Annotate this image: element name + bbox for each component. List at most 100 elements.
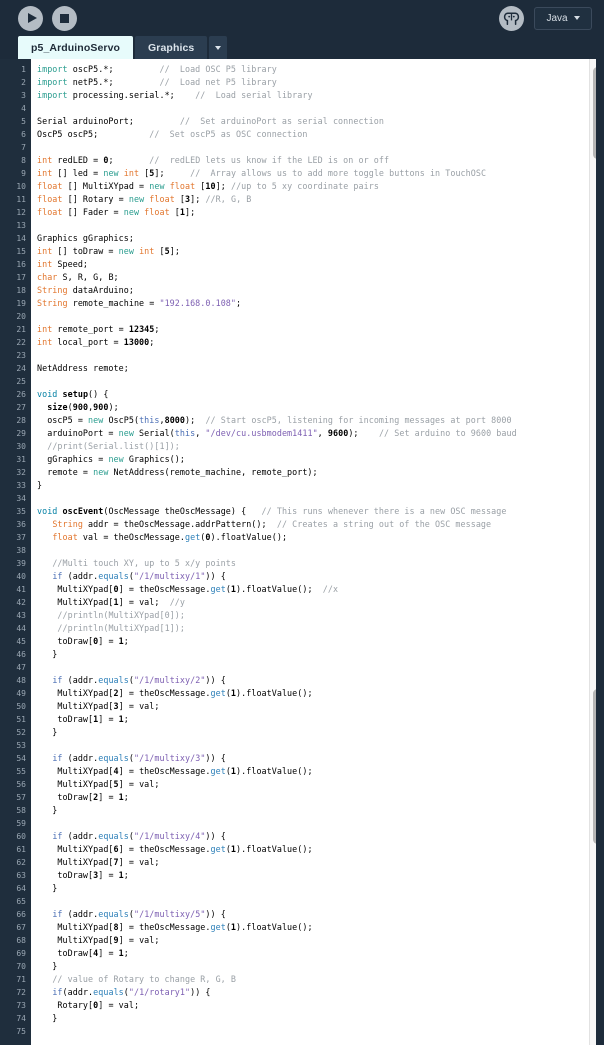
code-line[interactable]: if (addr.equals("/1/multixy/2")) { (37, 674, 604, 687)
code-line[interactable]: float val = theOscMessage.get(0).floatVa… (37, 531, 604, 544)
code-token: new (108, 454, 124, 464)
code-line[interactable]: } (37, 1012, 604, 1025)
code-line[interactable]: toDraw[1] = 1; (37, 713, 604, 726)
code-line[interactable] (37, 544, 604, 557)
code-line[interactable]: if(addr.equals("/1/rotary1")) { (37, 986, 604, 999)
code-line[interactable]: //Multi touch XY, up to 5 x/y points (37, 557, 604, 570)
code-line[interactable]: toDraw[3] = 1; (37, 869, 604, 882)
code-line[interactable] (37, 349, 604, 362)
code-line[interactable]: MultiXYpad[1] = val; //y (37, 596, 604, 609)
code-line[interactable]: void oscEvent(OscMessage theOscMessage) … (37, 505, 604, 518)
code-text-area[interactable]: import oscP5.*; // Load OSC P5 library im… (31, 59, 604, 1045)
code-line[interactable]: toDraw[0] = 1; (37, 635, 604, 648)
tab-graphics[interactable]: Graphics (135, 36, 208, 59)
code-line[interactable] (37, 739, 604, 752)
code-line[interactable]: int [] led = new int [5]; // Array allow… (37, 167, 604, 180)
code-line[interactable] (37, 817, 604, 830)
code-token: ; (123, 636, 129, 646)
line-number: 42 (16, 598, 26, 607)
code-line[interactable]: //print(Serial.list()[1]); (37, 440, 604, 453)
code-line[interactable]: void setup() { (37, 388, 604, 401)
code-line[interactable]: if (addr.equals("/1/multixy/3")) { (37, 752, 604, 765)
code-line[interactable]: MultiXYpad[6] = theOscMessage.get(1).flo… (37, 843, 604, 856)
code-line[interactable]: if (addr.equals("/1/multixy/1")) { (37, 570, 604, 583)
code-line[interactable]: import oscP5.*; // Load OSC P5 library (37, 63, 604, 76)
code-token: [] led = (52, 168, 104, 178)
code-token: remote = (37, 467, 94, 477)
code-line[interactable] (37, 375, 604, 388)
code-line[interactable]: oscP5 = new OscP5(this,8000); // Start o… (37, 414, 604, 427)
code-line[interactable] (37, 141, 604, 154)
code-token: new (93, 467, 109, 477)
code-token: get (210, 844, 226, 854)
code-line[interactable]: float [] Fader = new float [1]; (37, 206, 604, 219)
code-line[interactable]: MultiXYpad[3] = val; (37, 700, 604, 713)
code-line[interactable]: MultiXYpad[8] = theOscMessage.get(1).flo… (37, 921, 604, 934)
code-line[interactable]: float [] Rotary = new float [3]; //R, G,… (37, 193, 604, 206)
code-line[interactable]: NetAddress remote; (37, 362, 604, 375)
mode-selector[interactable]: Java (534, 6, 592, 30)
code-line[interactable]: String dataArduino; (37, 284, 604, 297)
code-line[interactable]: } (37, 960, 604, 973)
code-line[interactable] (37, 661, 604, 674)
code-line[interactable]: float [] MultiXYpad = new float [10]; //… (37, 180, 604, 193)
code-token: equals (98, 571, 129, 581)
code-line[interactable]: MultiXYpad[7] = val; (37, 856, 604, 869)
code-line[interactable]: } (37, 804, 604, 817)
code-editor[interactable]: 1 2 3 4 5 6 7 8 9 10 11 12 13 14 15 16 17 18 19 20 21 22 23 24 2… (0, 59, 604, 1045)
code-token: equals (93, 987, 124, 997)
code-line[interactable] (37, 1025, 604, 1038)
line-number: 60 (16, 832, 26, 841)
code-line[interactable]: toDraw[4] = 1; (37, 947, 604, 960)
code-line[interactable]: char S, R, G, B; (37, 271, 604, 284)
code-line[interactable]: String addr = theOscMessage.addrPattern(… (37, 518, 604, 531)
code-line[interactable]: Rotary[0] = val; (37, 999, 604, 1012)
code-line[interactable]: if (addr.equals("/1/multixy/5")) { (37, 908, 604, 921)
code-line[interactable]: } (37, 726, 604, 739)
code-line[interactable] (37, 310, 604, 323)
tab-p5-arduinoservo[interactable]: p5_ArduinoServo (18, 36, 134, 59)
code-line[interactable]: MultiXYpad[2] = theOscMessage.get(1).flo… (37, 687, 604, 700)
code-line[interactable]: String remote_machine = "192.168.0.108"; (37, 297, 604, 310)
run-button[interactable] (18, 5, 43, 31)
code-line[interactable]: import netP5.*; // Load net P5 library (37, 76, 604, 89)
processing-logo-button[interactable] (499, 5, 524, 31)
code-line[interactable]: //println(MultiXYpad[0]); (37, 609, 604, 622)
code-line[interactable]: gGraphics = new Graphics(); (37, 453, 604, 466)
code-token: void (37, 506, 58, 516)
code-line[interactable]: int remote_port = 12345; (37, 323, 604, 336)
code-line[interactable]: int local_port = 13000; (37, 336, 604, 349)
code-line[interactable]: MultiXYpad[4] = theOscMessage.get(1).flo… (37, 765, 604, 778)
code-line[interactable]: OscP5 oscP5; // Set oscP5 as OSC connect… (37, 128, 604, 141)
code-line[interactable]: MultiXYpad[9] = val; (37, 934, 604, 947)
code-line[interactable]: arduinoPort = new Serial(this, "/dev/cu.… (37, 427, 604, 440)
code-token: 8000 (164, 415, 186, 425)
code-line[interactable]: Graphics gGraphics; (37, 232, 604, 245)
code-line[interactable]: } (37, 882, 604, 895)
code-line[interactable]: } (37, 648, 604, 661)
code-line[interactable]: MultiXYpad[0] = theOscMessage.get(1).flo… (37, 583, 604, 596)
stop-button[interactable] (52, 5, 77, 31)
code-line[interactable]: remote = new NetAddress(remote_machine, … (37, 466, 604, 479)
code-line[interactable]: toDraw[2] = 1; (37, 791, 604, 804)
code-line[interactable]: } (37, 479, 604, 492)
code-line[interactable]: size(900,900); (37, 401, 604, 414)
code-line[interactable]: Serial arduinoPort; // Set arduinoPort a… (37, 115, 604, 128)
code-line[interactable]: // value of Rotary to change R, G, B (37, 973, 604, 986)
line-number: 49 (16, 689, 26, 698)
code-line[interactable] (37, 219, 604, 232)
code-line[interactable]: MultiXYpad[5] = val; (37, 778, 604, 791)
code-line[interactable] (37, 102, 604, 115)
code-line[interactable]: int redLED = 0; // redLED lets us know i… (37, 154, 604, 167)
code-line[interactable]: //println(MultiXYpad[1]); (37, 622, 604, 635)
code-token: toDraw[ (37, 870, 94, 880)
code-line[interactable]: int [] toDraw = new int [5]; (37, 245, 604, 258)
code-line[interactable] (37, 895, 604, 908)
code-line[interactable] (37, 492, 604, 505)
code-line[interactable]: if (addr.equals("/1/multixy/4")) { (37, 830, 604, 843)
code-line[interactable]: int Speed; (37, 258, 604, 271)
code-line[interactable]: import processing.serial.*; // Load seri… (37, 89, 604, 102)
tab-menu-button[interactable] (209, 36, 228, 59)
